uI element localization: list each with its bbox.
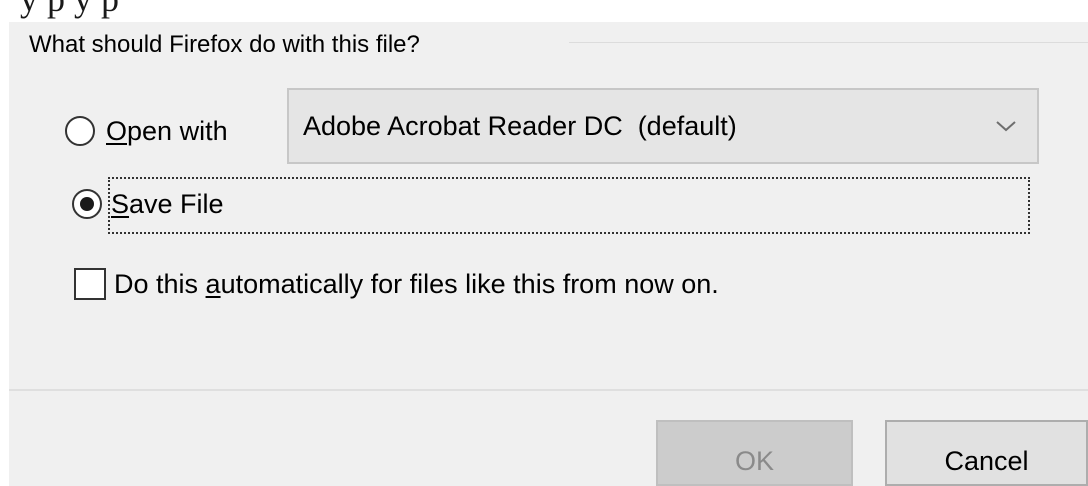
open-with-mnemonic: O <box>106 116 128 146</box>
file-action-dialog: What should Firefox do with this file? O… <box>9 22 1088 486</box>
auto-checkbox-label[interactable]: Do this automatically for files like thi… <box>114 267 719 301</box>
application-dropdown-value: Adobe Acrobat Reader DC (default) <box>303 111 737 141</box>
open-with-label[interactable]: Open with <box>106 114 228 148</box>
group-title: What should Firefox do with this file? <box>29 31 420 58</box>
auto-checkbox[interactable] <box>74 268 106 300</box>
save-file-mnemonic: S <box>111 189 130 219</box>
ok-button-label: OK <box>734 446 774 476</box>
ok-button[interactable]: OK <box>656 420 853 486</box>
auto-label-after: utomatically for files like this from no… <box>220 269 719 299</box>
auto-label-before: Do this <box>114 269 206 299</box>
save-file-radio[interactable] <box>72 189 102 219</box>
group-border <box>569 42 1088 43</box>
open-with-label-rest: pen with <box>127 116 228 146</box>
save-file-label[interactable]: Save File <box>111 187 224 221</box>
button-area-separator <box>9 389 1088 391</box>
open-with-radio[interactable] <box>65 116 95 146</box>
auto-label-mnemonic: a <box>205 269 221 299</box>
cancel-button[interactable]: Cancel <box>885 420 1088 486</box>
radio-selected-dot <box>80 197 94 211</box>
application-dropdown[interactable]: Adobe Acrobat Reader DC (default) <box>287 88 1039 164</box>
background-text-fragment: y p y p <box>20 0 119 17</box>
save-file-label-rest: ave File <box>129 189 224 219</box>
save-file-focus-rect <box>108 177 1030 234</box>
chevron-down-icon[interactable] <box>995 119 1017 133</box>
background-page-fragment: y p y p <box>0 0 1088 22</box>
cancel-button-label: Cancel <box>944 446 1029 476</box>
